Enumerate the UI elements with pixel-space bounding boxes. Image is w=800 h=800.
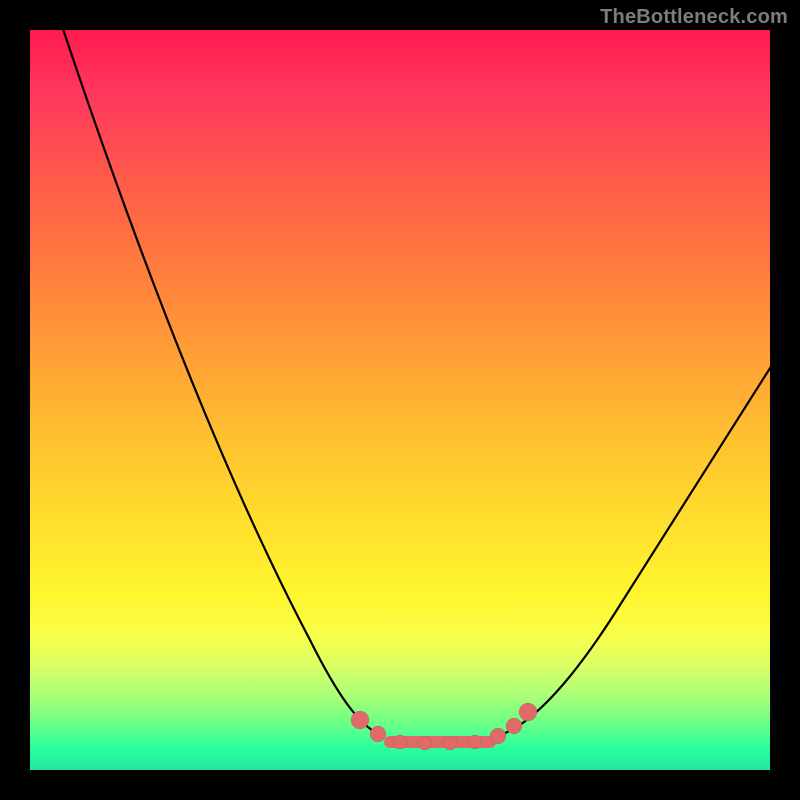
marker-dot [418,736,432,750]
watermark-text: TheBottleneck.com [600,6,788,29]
marker-dot [393,735,407,749]
curve-right-branch [500,365,770,735]
bottleneck-curve [30,30,770,770]
plot-area [30,30,770,770]
marker-dot [370,726,386,742]
marker-dot [506,718,522,734]
marker-dot [443,736,457,750]
chart-frame: TheBottleneck.com [0,0,800,800]
curve-left-branch [60,30,380,735]
marker-dot [351,711,369,729]
marker-dot [490,728,506,744]
marker-dot [519,703,537,721]
marker-dot [468,735,482,749]
